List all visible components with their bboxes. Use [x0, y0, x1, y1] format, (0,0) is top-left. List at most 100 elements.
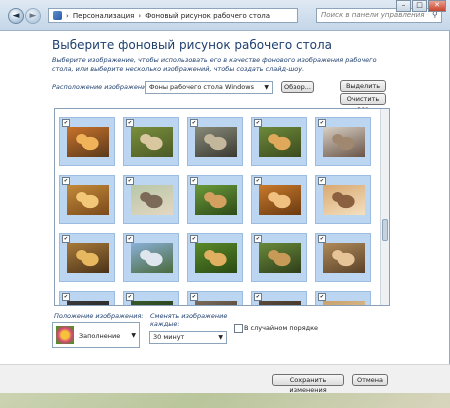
shuffle-checkbox[interactable] — [234, 324, 243, 333]
save-changes-button[interactable]: Сохранить изменения — [272, 374, 344, 394]
cat-photo-thumbnail — [323, 127, 365, 157]
image-grid: ✔ ✔ ✔ ✔ ✔ ✔ ✔ ✔ ✔ ✔ ✔ ✔ ✔ ✔ ✔ ✔ ✔ ✔ ✔ ✔ — [59, 117, 371, 305]
chevron-down-icon: ▼ — [131, 332, 136, 339]
maximize-icon[interactable]: □ — [412, 0, 427, 12]
tile-checkbox[interactable]: ✔ — [126, 177, 134, 185]
cat-photo-thumbnail — [195, 127, 237, 157]
tile-checkbox[interactable]: ✔ — [318, 119, 326, 127]
interval-select[interactable]: 30 минут ▼ — [149, 331, 227, 344]
cat-photo-thumbnail — [195, 243, 237, 273]
cat-photo-thumbnail — [323, 243, 365, 273]
location-label: Расположение изображения: — [52, 83, 153, 91]
scrollbar-thumb[interactable] — [382, 219, 388, 241]
tile-checkbox[interactable]: ✔ — [190, 119, 198, 127]
gallery-image-tile[interactable]: ✔ — [251, 117, 307, 166]
title-bar: ◄ ► › Персонализация › Фоновый рисунок р… — [0, 0, 450, 31]
cat-photo-thumbnail — [259, 185, 301, 215]
gallery-image-tile[interactable]: ✔ — [251, 291, 307, 305]
gallery-image-tile[interactable]: ✔ — [251, 233, 307, 282]
window-controls: – □ ✕ — [395, 0, 446, 12]
control-panel-icon — [53, 11, 62, 20]
cancel-button[interactable]: Отмена — [352, 374, 388, 386]
interval-value: 30 минут — [153, 333, 185, 341]
location-value: Фоны рабочего стола Windows — [149, 83, 254, 91]
location-select[interactable]: Фоны рабочего стола Windows ▼ — [145, 81, 273, 94]
breadcrumb-personalization[interactable]: Персонализация — [73, 12, 135, 20]
gallery-image-tile[interactable]: ✔ — [251, 175, 307, 224]
position-select[interactable]: Заполнение ▼ — [52, 322, 140, 348]
page-title: Выберите фоновый рисунок рабочего стола — [52, 38, 333, 52]
gallery-image-tile[interactable]: ✔ — [123, 175, 179, 224]
gallery-image-tile[interactable]: ✔ — [59, 175, 115, 224]
tile-checkbox[interactable]: ✔ — [318, 293, 326, 301]
cat-photo-thumbnail — [131, 301, 173, 305]
shuffle-label: В случайном порядке — [244, 324, 319, 332]
tile-checkbox[interactable]: ✔ — [126, 235, 134, 243]
gallery-image-tile[interactable]: ✔ — [187, 291, 243, 305]
tile-checkbox[interactable]: ✔ — [62, 177, 70, 185]
tile-checkbox[interactable]: ✔ — [62, 119, 70, 127]
gallery-image-tile[interactable]: ✔ — [123, 233, 179, 282]
breadcrumb-separator-icon: › — [66, 11, 69, 20]
cat-photo-thumbnail — [259, 127, 301, 157]
control-panel-window: ◄ ► › Персонализация › Фоновый рисунок р… — [0, 0, 450, 394]
position-label: Положение изображения: — [54, 312, 144, 320]
breadcrumb-desktop-background[interactable]: Фоновый рисунок рабочего стола — [145, 12, 270, 20]
interval-label-line2: каждые: — [150, 320, 180, 328]
gallery-image-tile[interactable]: ✔ — [59, 233, 115, 282]
cat-photo-thumbnail — [323, 185, 365, 215]
tile-checkbox[interactable]: ✔ — [190, 293, 198, 301]
cat-photo-thumbnail — [259, 243, 301, 273]
cat-photo-thumbnail — [67, 301, 109, 305]
tile-checkbox[interactable]: ✔ — [126, 119, 134, 127]
tile-checkbox[interactable]: ✔ — [62, 293, 70, 301]
gallery-image-tile[interactable]: ✔ — [59, 291, 115, 305]
gallery-image-tile[interactable]: ✔ — [315, 291, 371, 305]
clear-all-button[interactable]: Очистить все — [340, 93, 386, 113]
interval-label-line1: Сменять изображение — [150, 312, 228, 320]
cat-photo-thumbnail — [323, 301, 365, 305]
gallery-image-tile[interactable]: ✔ — [123, 291, 179, 305]
cat-photo-thumbnail — [131, 127, 173, 157]
position-value: Заполнение — [79, 332, 121, 340]
browse-button[interactable]: Обзор... — [281, 81, 314, 93]
gallery-image-tile[interactable]: ✔ — [315, 233, 371, 282]
tile-checkbox[interactable]: ✔ — [254, 235, 262, 243]
tile-checkbox[interactable]: ✔ — [254, 293, 262, 301]
tile-checkbox[interactable]: ✔ — [318, 235, 326, 243]
cat-photo-thumbnail — [131, 185, 173, 215]
tile-checkbox[interactable]: ✔ — [254, 177, 262, 185]
cat-photo-thumbnail — [195, 185, 237, 215]
gallery-image-tile[interactable]: ✔ — [315, 175, 371, 224]
tile-checkbox[interactable]: ✔ — [190, 235, 198, 243]
gallery-image-tile[interactable]: ✔ — [187, 175, 243, 224]
breadcrumb: › Персонализация › Фоновый рисунок рабоч… — [48, 8, 298, 23]
gallery-image-tile[interactable]: ✔ — [123, 117, 179, 166]
minimize-icon[interactable]: – — [396, 0, 411, 12]
fill-mode-icon — [56, 326, 74, 344]
chevron-down-icon: ▼ — [264, 84, 269, 91]
cat-photo-thumbnail — [131, 243, 173, 273]
cat-photo-thumbnail — [259, 301, 301, 305]
tile-checkbox[interactable]: ✔ — [254, 119, 262, 127]
tile-checkbox[interactable]: ✔ — [318, 177, 326, 185]
forward-button[interactable]: ► — [25, 8, 41, 24]
page-description: Выберите изображение, чтобы использовать… — [52, 56, 377, 73]
breadcrumb-separator-icon: › — [138, 11, 142, 20]
tile-checkbox[interactable]: ✔ — [126, 293, 134, 301]
select-all-button[interactable]: Выделить все — [340, 80, 386, 100]
image-gallery: ✔ ✔ ✔ ✔ ✔ ✔ ✔ ✔ ✔ ✔ ✔ ✔ ✔ ✔ ✔ ✔ ✔ ✔ ✔ ✔ — [54, 108, 390, 306]
gallery-image-tile[interactable]: ✔ — [59, 117, 115, 166]
gallery-scrollbar[interactable] — [380, 109, 389, 305]
back-button[interactable]: ◄ — [8, 8, 24, 24]
close-icon[interactable]: ✕ — [428, 0, 446, 12]
tile-checkbox[interactable]: ✔ — [190, 177, 198, 185]
gallery-image-tile[interactable]: ✔ — [315, 117, 371, 166]
footer-bar: Сохранить изменения Отмена — [0, 364, 450, 394]
cat-photo-thumbnail — [67, 243, 109, 273]
gallery-image-tile[interactable]: ✔ — [187, 233, 243, 282]
cat-photo-thumbnail — [67, 127, 109, 157]
cat-photo-thumbnail — [67, 185, 109, 215]
tile-checkbox[interactable]: ✔ — [62, 235, 70, 243]
gallery-image-tile[interactable]: ✔ — [187, 117, 243, 166]
